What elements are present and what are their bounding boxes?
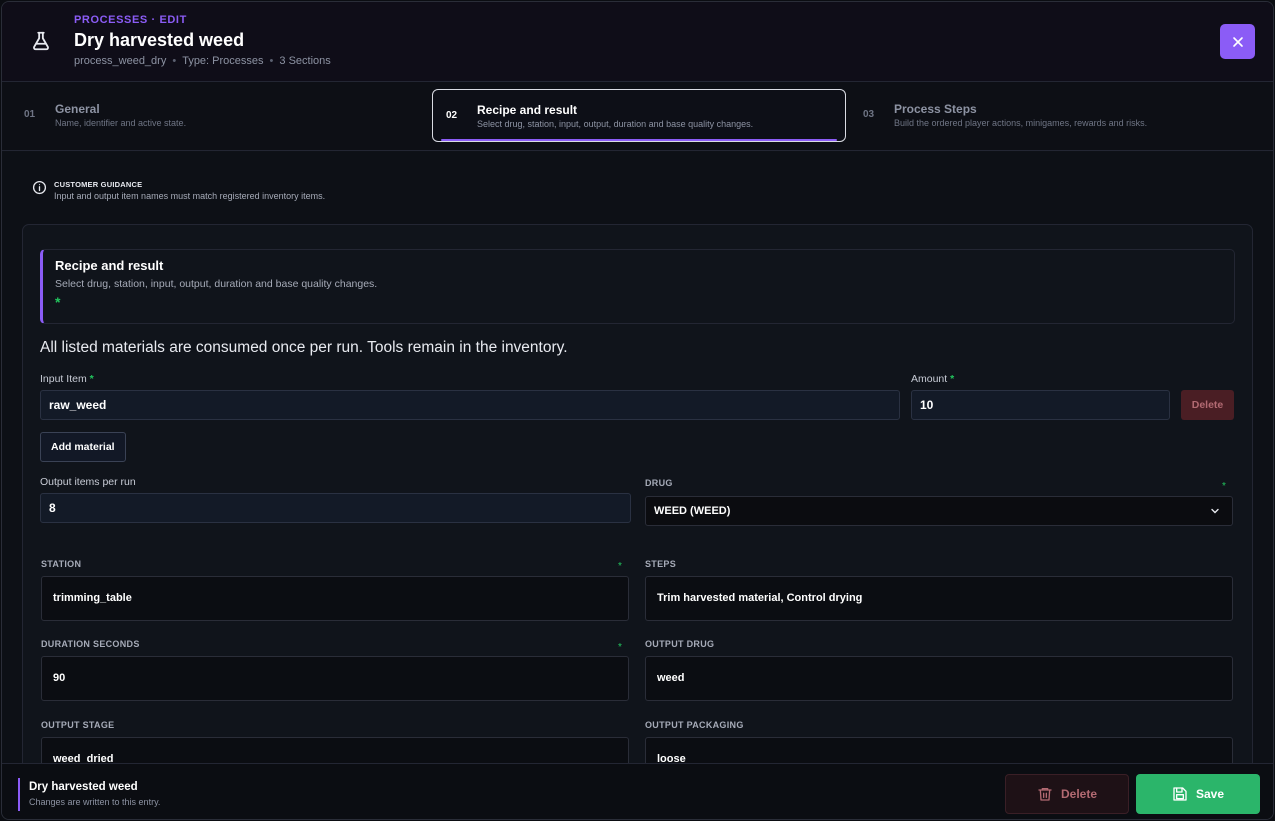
tab-description: Select drug, station, input, output, dur… (477, 119, 754, 129)
tab-number: 03 (863, 109, 875, 120)
output-per-run-label: Output items per run (40, 476, 136, 488)
required-asterisk: * (950, 373, 955, 385)
save-icon (1173, 787, 1187, 801)
section-tabs: 01 General Name, identifier and active s… (2, 82, 1273, 151)
section-header: Recipe and result Select drug, station, … (40, 249, 1235, 324)
tab-number: 02 (446, 110, 458, 121)
entry-id: process_weed_dry (74, 55, 167, 67)
required-asterisk: * (1222, 481, 1226, 492)
drug-select[interactable]: WEED (WEED) (645, 496, 1233, 526)
required-asterisk: * (618, 642, 622, 653)
separator-dot: • (172, 55, 177, 67)
steps-label: STEPS (645, 559, 677, 569)
save-button[interactable]: Save (1136, 774, 1260, 814)
output-packaging-label: OUTPUT PACKAGING (645, 720, 744, 730)
required-asterisk: * (55, 294, 61, 310)
delete-material-button[interactable]: Delete (1181, 390, 1234, 420)
required-asterisk: * (89, 373, 94, 385)
footer-accent-bar (18, 778, 20, 811)
drug-label: DRUG (645, 478, 673, 488)
input-item-label: Input Item * (40, 373, 94, 385)
close-button[interactable] (1220, 24, 1255, 59)
delete-button[interactable]: Delete (1005, 774, 1129, 814)
steps-field[interactable]: Trim harvested material, Control drying (645, 576, 1233, 621)
amount-label-text: Amount (911, 373, 948, 385)
amount-field[interactable]: 10 (911, 390, 1170, 420)
save-button-label: Save (1195, 787, 1225, 801)
materials-note: All listed materials are consumed once p… (40, 339, 568, 356)
separator-dot: • (269, 55, 274, 67)
modal-footer: Dry harvested weed Changes are written t… (2, 763, 1273, 819)
entry-meta: process_weed_dry • Type: Processes • 3 S… (74, 55, 331, 67)
output-stage-label: OUTPUT STAGE (41, 720, 115, 730)
output-drug-field[interactable]: weed (645, 656, 1233, 701)
output-drug-label: OUTPUT DRUG (645, 639, 715, 649)
section-description: Select drug, station, input, output, dur… (55, 278, 378, 290)
page-title: Dry harvested weed (74, 30, 245, 50)
tab-recipe-and-result[interactable]: 02 Recipe and result Select drug, statio… (432, 89, 846, 142)
footer-subtitle: Changes are written to this entry. (29, 797, 161, 807)
active-tab-indicator (441, 139, 837, 141)
form-content[interactable]: CUSTOMER GUIDANCE Input and output item … (2, 152, 1273, 763)
modal-header: PROCESSES · EDIT Dry harvested weed proc… (2, 2, 1273, 82)
delete-button-label: Delete (1060, 787, 1098, 801)
add-material-button[interactable]: Add material (40, 432, 126, 462)
flask-icon (33, 31, 49, 51)
entry-sections: 3 Sections (279, 55, 331, 67)
edit-modal: PROCESSES · EDIT Dry harvested weed proc… (1, 1, 1274, 820)
required-asterisk: * (618, 561, 622, 572)
amount-label: Amount * (911, 373, 954, 385)
tab-label: Recipe and result (477, 103, 578, 117)
entry-type: Type: Processes (182, 55, 264, 67)
input-item-label-text: Input Item (40, 373, 87, 385)
tab-description: Build the ordered player actions, miniga… (894, 118, 1148, 128)
chevron-down-icon (1211, 508, 1219, 514)
duration-label: DURATION SECONDS (41, 639, 140, 649)
tab-general[interactable]: 01 General Name, identifier and active s… (11, 89, 421, 142)
close-icon (1232, 36, 1243, 47)
info-icon (32, 180, 47, 195)
output-per-run-field[interactable]: 8 (40, 493, 631, 523)
tab-label: General (55, 102, 100, 116)
trash-icon (1038, 788, 1052, 801)
output-packaging-field[interactable]: loose (645, 737, 1233, 763)
station-field[interactable]: trimming_table (41, 576, 629, 621)
guidance-label: CUSTOMER GUIDANCE (54, 180, 143, 189)
section-title: Recipe and result (55, 258, 164, 273)
output-stage-field[interactable]: weed_dried (41, 737, 629, 763)
drug-select-value: WEED (WEED) (654, 505, 731, 517)
tab-number: 01 (24, 109, 36, 120)
breadcrumb: PROCESSES · EDIT (74, 14, 187, 26)
tab-description: Name, identifier and active state. (55, 118, 187, 128)
tab-process-steps[interactable]: 03 Process Steps Build the ordered playe… (850, 89, 1260, 142)
input-item-field[interactable]: raw_weed (40, 390, 900, 420)
recipe-card: Recipe and result Select drug, station, … (22, 224, 1253, 763)
station-label: STATION (41, 559, 82, 569)
duration-field[interactable]: 90 (41, 656, 629, 701)
footer-title: Dry harvested weed (29, 781, 138, 793)
tab-label: Process Steps (894, 102, 977, 116)
guidance-text: Input and output item names must match r… (54, 191, 326, 201)
